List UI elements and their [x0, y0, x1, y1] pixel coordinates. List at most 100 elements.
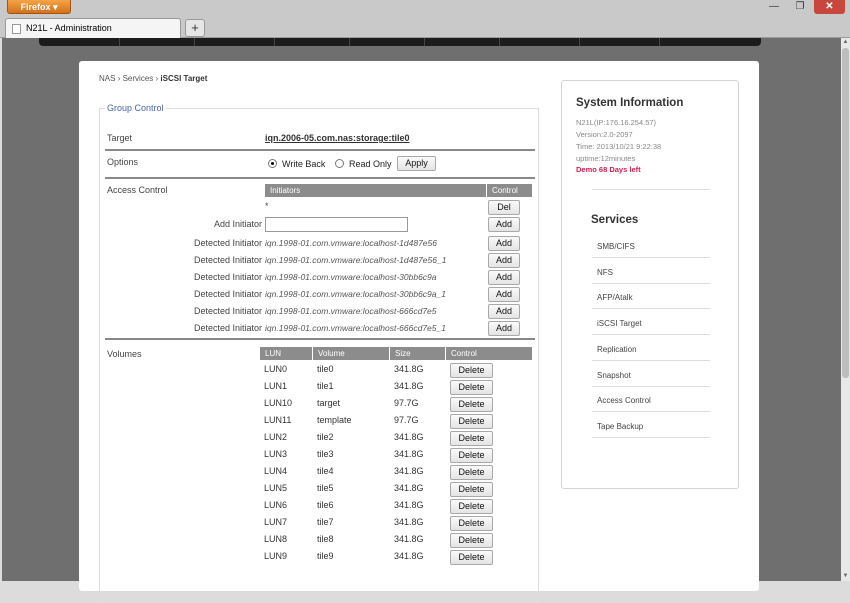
volume-cell: target: [317, 398, 341, 408]
service-link[interactable]: Replication: [597, 345, 637, 354]
detected-initiator-label: Detected Initiator: [193, 255, 262, 265]
add-detected-initiator-button[interactable]: Add: [488, 236, 520, 251]
detected-initiator-label: Detected Initiator: [193, 323, 262, 333]
delete-volume-button[interactable]: Delete: [450, 533, 493, 548]
divider: [592, 308, 710, 310]
firefox-menu-button[interactable]: Firefox ▾: [7, 0, 71, 14]
delete-volume-button[interactable]: Delete: [450, 550, 493, 565]
delete-volume-button[interactable]: Delete: [450, 380, 493, 395]
service-link[interactable]: iSCSI Target: [597, 319, 642, 328]
add-initiator-button[interactable]: Add: [488, 217, 520, 232]
delete-volume-button[interactable]: Delete: [450, 363, 493, 378]
delete-volume-button[interactable]: Delete: [450, 499, 493, 514]
breadcrumb-services[interactable]: Services: [123, 74, 154, 83]
service-link[interactable]: Tape Backup: [597, 422, 643, 431]
new-tab-button[interactable]: +: [185, 19, 205, 37]
divider: [592, 436, 710, 438]
system-information-title: System Information: [576, 97, 684, 109]
scrollbar-thumb[interactable]: [842, 48, 849, 378]
lun-cell: LUN6: [264, 500, 288, 510]
volume-header: Volume: [313, 347, 389, 360]
size-cell: 341.8G: [394, 381, 424, 391]
lun-header: LUN: [260, 347, 312, 360]
size-cell: 341.8G: [394, 432, 424, 442]
detected-initiator-iqn: iqn.1998-01.com.vmware:localhost-1d487e5…: [265, 255, 447, 265]
read-only-radio[interactable]: [335, 159, 344, 168]
size-cell: 341.8G: [394, 551, 424, 561]
divider: [105, 177, 535, 179]
add-initiator-label: Add Initiator: [213, 219, 262, 229]
divider: [592, 385, 710, 387]
size-cell: 341.8G: [394, 500, 424, 510]
lun-cell: LUN7: [264, 517, 288, 527]
services-title: Services: [591, 214, 639, 226]
service-link[interactable]: SMB/CIFS: [597, 242, 635, 251]
volume-cell: tile8: [317, 534, 334, 544]
add-detected-initiator-button[interactable]: Add: [488, 321, 520, 336]
service-link[interactable]: AFP/Atalk: [597, 293, 633, 302]
maximize-button[interactable]: ❐: [788, 0, 812, 14]
divider: [592, 411, 710, 413]
wildcard-initiator: *: [265, 201, 269, 211]
delete-volume-button[interactable]: Delete: [450, 431, 493, 446]
service-link[interactable]: Snapshot: [597, 371, 631, 380]
del-button[interactable]: Del: [488, 200, 520, 215]
uptime-info: uptime:12minutes: [576, 154, 636, 163]
size-cell: 341.8G: [394, 483, 424, 493]
service-link[interactable]: NFS: [597, 268, 613, 277]
delete-volume-button[interactable]: Delete: [450, 465, 493, 480]
breadcrumb-nas[interactable]: NAS: [99, 74, 115, 83]
host-info: N21L(IP:176.16.254.57): [576, 118, 657, 127]
scroll-up-icon[interactable]: ▲: [841, 38, 850, 47]
volume-cell: tile2: [317, 432, 334, 442]
divider: [592, 189, 710, 190]
lun-cell: LUN11: [264, 415, 292, 425]
detected-initiator-label: Detected Initiator: [193, 289, 262, 299]
sidebar: System Information N21L(IP:176.16.254.57…: [561, 80, 739, 489]
lun-cell: LUN4: [264, 466, 288, 476]
lun-cell: LUN1: [264, 381, 288, 391]
detected-initiator-iqn: iqn.1998-01.com.vmware:localhost-666cd7e…: [265, 306, 437, 316]
lun-cell: LUN9: [264, 551, 288, 561]
delete-volume-button[interactable]: Delete: [450, 448, 493, 463]
close-button[interactable]: ✕: [814, 0, 845, 14]
size-cell: 341.8G: [394, 534, 424, 544]
divider: [592, 334, 710, 336]
read-only-label: Read Only: [349, 159, 392, 169]
size-header: Size: [390, 347, 445, 360]
detected-initiator-label: Detected Initiator: [193, 272, 262, 282]
delete-volume-button[interactable]: Delete: [450, 414, 493, 429]
breadcrumb-separator: ›: [117, 74, 121, 83]
add-detected-initiator-button[interactable]: Add: [488, 270, 520, 285]
add-detected-initiator-button[interactable]: Add: [488, 253, 520, 268]
add-detected-initiator-button[interactable]: Add: [488, 304, 520, 319]
write-back-label: Write Back: [282, 159, 326, 169]
minimize-button[interactable]: —: [762, 0, 786, 14]
lun-cell: LUN3: [264, 449, 288, 459]
vertical-scrollbar[interactable]: ▲ ▼: [841, 38, 850, 581]
scroll-down-icon[interactable]: ▼: [841, 572, 850, 581]
apply-button[interactable]: Apply: [397, 156, 436, 171]
target-label: Target: [107, 133, 133, 143]
breadcrumb-current: iSCSI Target: [160, 74, 208, 83]
delete-volume-button[interactable]: Delete: [450, 397, 493, 412]
target-value: iqn.2006-05.com.nas:storage:tile0: [265, 133, 410, 143]
lun-cell: LUN2: [264, 432, 288, 442]
divider: [592, 257, 710, 258]
initiators-header: Initiators: [265, 184, 486, 197]
lun-cell: LUN0: [264, 364, 288, 374]
volumes-label: Volumes: [107, 349, 142, 359]
add-initiator-input[interactable]: [265, 217, 408, 232]
write-back-radio[interactable]: [268, 159, 277, 168]
service-link[interactable]: Access Control: [597, 396, 651, 405]
browser-titlebar: Firefox ▾ — ❐ ✕ N21L - Administration +: [0, 0, 850, 38]
volume-cell: tile9: [317, 551, 334, 561]
add-detected-initiator-button[interactable]: Add: [488, 287, 520, 302]
delete-volume-button[interactable]: Delete: [450, 516, 493, 531]
delete-volume-button[interactable]: Delete: [450, 482, 493, 497]
volume-cell: tile3: [317, 449, 334, 459]
control-header: Control: [487, 184, 532, 197]
volume-cell: tile1: [317, 381, 334, 391]
browser-tab[interactable]: N21L - Administration: [5, 18, 181, 38]
volume-cell: tile4: [317, 466, 334, 476]
